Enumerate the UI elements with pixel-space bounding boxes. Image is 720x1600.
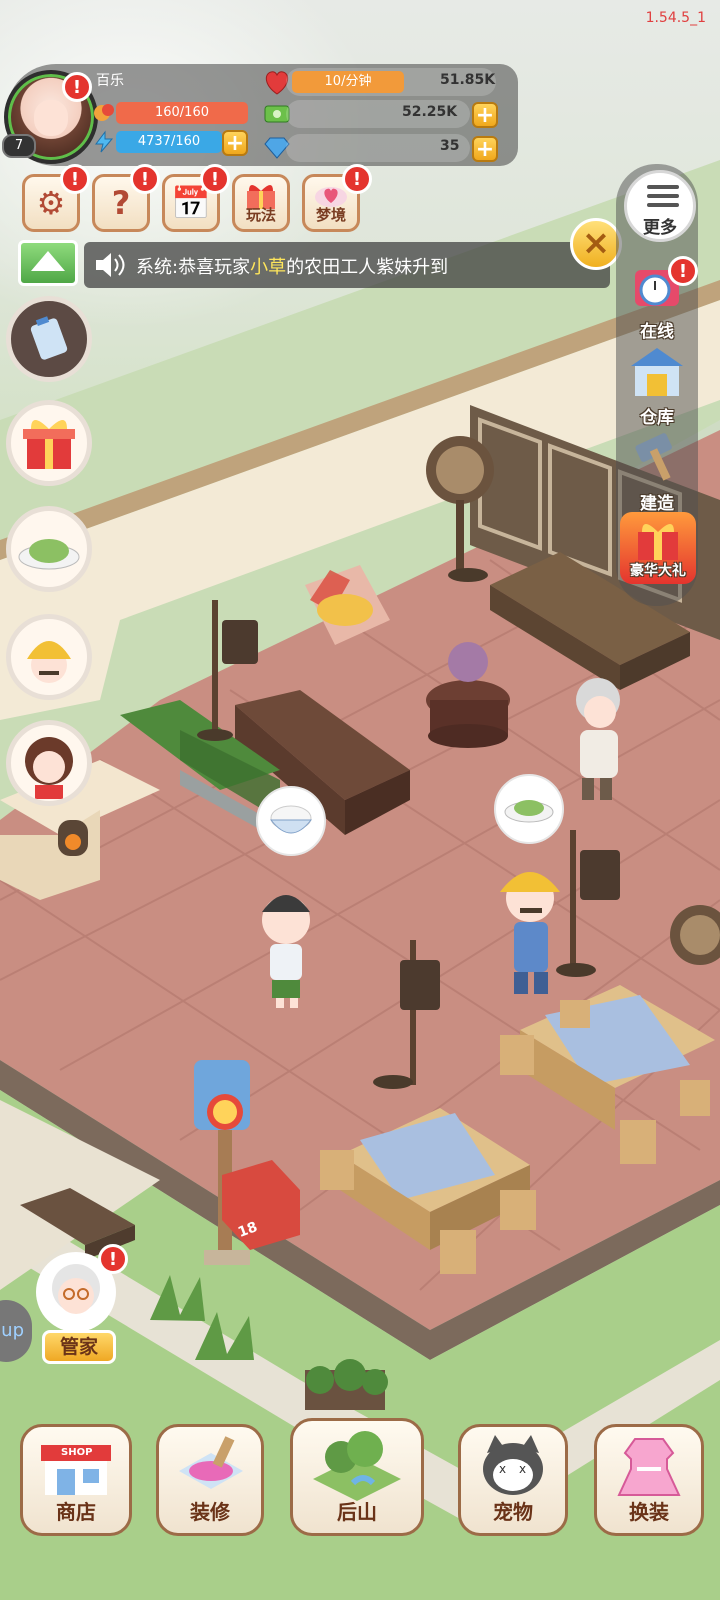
calendar-alert-badge: ! <box>200 164 230 194</box>
question-icon: ? <box>111 184 131 222</box>
settings-alert-badge: ! <box>60 164 90 194</box>
heart-rate-text: 10/分钟 <box>324 74 372 89</box>
recipe-dish-button[interactable] <box>6 506 92 592</box>
woman-staff-button[interactable] <box>6 720 92 806</box>
announcement-player: 小草 <box>250 257 287 278</box>
hill-landscape-icon <box>313 1431 401 1501</box>
more-button[interactable]: 更多 <box>624 170 696 242</box>
avatar-face <box>34 100 68 136</box>
big-gift-icon <box>638 524 678 560</box>
close-icon: × <box>581 223 611 263</box>
luxury-gift-label: 豪华大礼 <box>630 563 686 579</box>
food-icon <box>94 104 114 121</box>
woman-portrait-icon <box>25 737 73 799</box>
butler-alert-badge: ! <box>98 1244 128 1274</box>
rice-order-bubble <box>256 786 326 856</box>
add-gems-button[interactable]: + <box>472 136 498 162</box>
gems-value: 35 <box>440 138 460 154</box>
cucumber-dish-icon <box>504 800 554 823</box>
pet-nav-button[interactable]: x x 宠物 <box>458 1424 568 1536</box>
dish-icon <box>18 539 80 570</box>
announcement-prefix: 系统:恭喜玩家 <box>136 257 251 278</box>
triangle-up-icon <box>31 251 65 271</box>
butler-label[interactable]: 管家 <box>42 1330 116 1364</box>
energy-value: 4737/160 <box>137 134 201 149</box>
shop-nav-button[interactable]: SHOP 商店 <box>20 1424 132 1536</box>
more-label: 更多 <box>643 218 677 238</box>
announcement-suffix: 的农田工人紫妹升到 <box>286 257 449 278</box>
hp-value: 160/160 <box>154 105 209 120</box>
heart-rate-bar: 10/分钟 <box>292 71 404 93</box>
gear-icon: ⚙ <box>36 184 66 222</box>
decorate-label: 装修 <box>190 1500 230 1524</box>
decorate-nav-button[interactable]: 装修 <box>156 1424 264 1536</box>
warehouse-icon <box>631 348 683 396</box>
version-label: 1.54.5_1 <box>645 10 706 26</box>
svg-text:x: x <box>519 1462 526 1476</box>
speaker-icon <box>96 253 125 277</box>
hearts-value: 51.85K <box>440 72 496 88</box>
backhill-label: 后山 <box>337 1500 377 1524</box>
collapse-button[interactable] <box>18 240 78 286</box>
avatar-alert-badge: ! <box>62 72 92 102</box>
cat-icon: x x <box>483 1435 543 1495</box>
gameplay-button[interactable]: 玩法 <box>232 174 290 232</box>
dream-alert-badge: ! <box>342 164 372 194</box>
system-announcement: 系统:恭喜玩家小草的农田工人紫妹升到 <box>84 242 610 288</box>
menu-lines-icon <box>647 185 679 207</box>
shop-icon <box>41 1445 111 1495</box>
luxury-gift-button[interactable]: 豪华大礼 <box>620 512 696 584</box>
help-alert-badge: ! <box>130 164 160 194</box>
task-clipboard-button[interactable] <box>6 296 92 382</box>
dress-icon <box>617 1438 681 1496</box>
gameplay-label: 玩法 <box>245 206 276 224</box>
player-level: 7 <box>2 134 36 158</box>
warehouse-button[interactable]: 仓库 <box>620 342 694 428</box>
paint-bucket-icon <box>179 1436 243 1489</box>
build-label: 建造 <box>640 494 674 514</box>
warehouse-label: 仓库 <box>640 408 674 428</box>
miner-portrait-icon <box>27 641 71 683</box>
dressup-label: 换装 <box>629 1500 669 1524</box>
gift-icon <box>23 420 75 469</box>
cash-value: 52.25K <box>402 104 458 120</box>
online-label: 在线 <box>640 322 674 342</box>
gift-button[interactable] <box>6 400 92 486</box>
energy-bar: 4737/160 <box>116 131 222 153</box>
announcement-text: 系统:恭喜玩家小草的农田工人紫妹升到 <box>136 253 448 279</box>
clipboard-icon <box>30 316 68 360</box>
backhill-nav-button[interactable]: 后山 <box>290 1418 424 1536</box>
shop-label: 商店 <box>56 1500 96 1524</box>
close-announcement-button[interactable]: × <box>570 218 622 270</box>
add-cash-button[interactable]: + <box>472 102 498 128</box>
pet-label: 宠物 <box>493 1500 533 1524</box>
miner-staff-button[interactable] <box>6 614 92 700</box>
hp-bar: 160/160 <box>116 102 248 124</box>
online-alert-badge: ! <box>668 256 698 286</box>
player-name: 百乐 <box>96 73 124 89</box>
dish-order-bubble <box>494 774 564 844</box>
side-up-label: up <box>1 1320 24 1341</box>
lightning-icon <box>95 130 114 153</box>
rice-bowl-icon <box>269 805 313 834</box>
build-button[interactable]: 建造 <box>620 428 694 514</box>
hammer-icon <box>635 433 672 481</box>
add-energy-button[interactable]: + <box>222 130 248 156</box>
svg-text:x: x <box>499 1462 506 1476</box>
shop-sign-text: SHOP <box>61 1447 93 1458</box>
dream-label: 梦境 <box>315 206 346 224</box>
dressup-nav-button[interactable]: 换装 <box>594 1424 704 1536</box>
